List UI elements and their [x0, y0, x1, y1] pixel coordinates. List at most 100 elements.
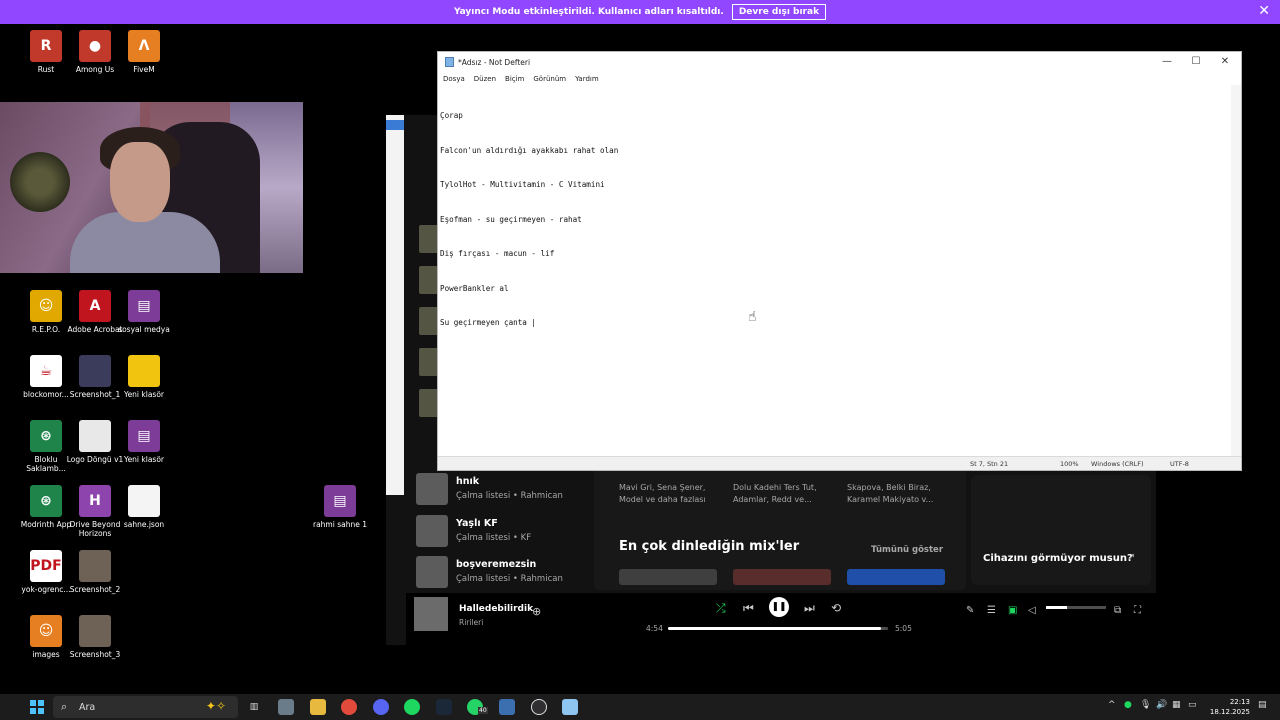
desktop-icon[interactable]: Screenshot_2 — [64, 550, 126, 594]
network-app-icon[interactable] — [499, 699, 515, 715]
steam-icon[interactable] — [436, 699, 452, 715]
card-description[interactable]: Mavi Gri, Sena Şener, Model ve daha fazl… — [619, 482, 706, 506]
start-button[interactable] — [30, 700, 44, 714]
chevron-up-icon[interactable]: ^ — [1108, 700, 1116, 710]
chrome-icon[interactable] — [341, 699, 357, 715]
desktop-icon-image: ▤ — [128, 420, 160, 452]
playlist-item[interactable]: Yaşlı KF Çalma listesi • KF — [416, 515, 596, 551]
maximize-icon[interactable]: ☐ — [1182, 54, 1210, 70]
desktop-icon[interactable]: ▤ Yeni klasör — [113, 420, 175, 464]
app-icon[interactable] — [278, 699, 294, 715]
mix-tile[interactable] — [619, 569, 717, 585]
obs-icon[interactable] — [531, 699, 547, 715]
zoom-level: 100% — [1060, 460, 1079, 468]
minimize-icon[interactable]: — — [1153, 54, 1181, 70]
repeat-icon[interactable]: ⟲ — [831, 601, 841, 615]
desktop-screen: Yayıncı Modu etkinleştirildi. Kullanıcı … — [0, 0, 1280, 720]
miniplayer-icon[interactable]: ⧉ — [1114, 605, 1121, 616]
menu-help[interactable]: Yardım — [575, 75, 599, 83]
device-prompt[interactable]: Cihazını görmüyor musun? — [983, 553, 1133, 564]
app-tray-icon[interactable]: ● — [1124, 700, 1132, 710]
playlist-title: Yaşlı KF — [456, 518, 498, 529]
desktop-icon-image: ☕ — [30, 355, 62, 387]
playlist-subtitle: Çalma listesi • Rahmican — [456, 491, 563, 501]
desktop-icon[interactable]: Yeni klasör — [113, 355, 175, 399]
menu-format[interactable]: Biçim — [505, 75, 524, 83]
desktop-icon-image: ▤ — [324, 485, 356, 517]
file-explorer-icon[interactable] — [310, 699, 326, 715]
notifications-icon[interactable]: ▤ — [1258, 700, 1267, 710]
notepad-app-icon — [445, 57, 454, 67]
task-view-icon[interactable]: ▥ — [246, 699, 262, 715]
desktop-icon-image: ▤ — [128, 290, 160, 322]
volume-icon[interactable]: ◁ — [1028, 605, 1036, 616]
close-icon[interactable]: ✕ — [1258, 3, 1270, 19]
sparkle-icon: ✦✧ — [205, 699, 226, 713]
notepad-title-bar[interactable]: *Adsız - Not Defteri — ☐ ✕ — [438, 52, 1241, 72]
notepad-taskbar-icon[interactable] — [562, 699, 578, 715]
connect-device-icon[interactable]: ▣ — [1008, 605, 1017, 616]
desktop-icon-label: Screenshot_2 — [69, 585, 121, 594]
desktop-icon[interactable]: Screenshot_3 — [64, 615, 126, 659]
progress-bar[interactable] — [668, 627, 888, 630]
card-description[interactable]: Dolu Kadehi Ters Tut, Adamlar, Redd ve..… — [733, 482, 817, 506]
fullscreen-icon[interactable]: ⛶ — [1134, 605, 1141, 616]
playlist-item[interactable]: hnık Çalma listesi • Rahmican — [416, 473, 596, 509]
add-icon[interactable]: ⊕ — [532, 605, 541, 618]
external-link-icon[interactable]: ↗ — [1127, 552, 1135, 563]
streamer-mode-banner: Yayıncı Modu etkinleştirildi. Kullanıcı … — [0, 0, 1280, 24]
notification-badge: 40 — [478, 707, 488, 714]
desktop-icon-label: sosyal medya — [118, 325, 170, 334]
text-area[interactable]: Çorap Falcon'un aldırdığı ayakkabı rahat… — [440, 87, 1230, 457]
section-heading: En çok dinlediğin mix'ler — [619, 539, 800, 554]
desktop-icon-image: ⊛ — [30, 485, 62, 517]
volume-slider[interactable] — [1046, 606, 1106, 609]
mix-tile[interactable] — [847, 569, 945, 585]
shuffle-icon[interactable]: ⤮ — [716, 601, 726, 616]
menu-edit[interactable]: Düzen — [474, 75, 496, 83]
network-icon[interactable]: ▦ — [1172, 700, 1181, 710]
desktop-icon[interactable]: sahne.json — [113, 485, 175, 529]
song-title[interactable]: Halledebilirdik — [459, 604, 533, 614]
text-line: TylolHot - Multivitamin - C Vitamini — [440, 180, 605, 189]
playlist-title: boşveremezsin — [456, 559, 537, 570]
notepad-window: *Adsız - Not Defteri — ☐ ✕ Dosya Düzen B… — [437, 51, 1242, 471]
volume-tray-icon[interactable]: 🔊 — [1156, 700, 1167, 710]
menu-view[interactable]: Görünüm — [533, 75, 566, 83]
lyrics-icon[interactable]: ✎ — [966, 605, 974, 616]
search-box[interactable]: ⌕ Ara ✦✧ — [53, 696, 238, 718]
playlist-item[interactable]: boşveremezsin Çalma listesi • Rahmican — [416, 556, 596, 592]
desktop-icon[interactable]: Λ FiveM — [113, 30, 175, 74]
album-cover — [414, 597, 448, 631]
spotify-icon[interactable] — [404, 699, 420, 715]
close-icon[interactable]: ✕ — [1211, 54, 1239, 70]
desktop-icon-label: rahmi sahne 1 — [313, 520, 367, 529]
desktop-icon-image — [79, 550, 111, 582]
disable-streamer-mode-button[interactable]: Devre dışı bırak — [731, 4, 827, 20]
song-artist[interactable]: Ririleri — [459, 618, 483, 627]
webcam-overlay — [0, 102, 303, 273]
queue-icon[interactable]: ☰ — [987, 605, 996, 616]
vertical-scrollbar[interactable] — [1231, 85, 1241, 457]
pause-button[interactable]: ❚❚ — [769, 597, 789, 617]
desktop-icon[interactable]: ▤ rahmi sahne 1 — [309, 485, 371, 529]
mic-icon[interactable]: 🎙 — [1140, 700, 1151, 710]
playlist-cover — [416, 515, 448, 547]
desktop-icon-image — [79, 420, 111, 452]
desktop-icon-image: ⊛ — [30, 420, 62, 452]
next-icon[interactable]: ⏭ — [804, 601, 815, 616]
battery-icon[interactable]: ▭ — [1188, 700, 1197, 710]
clock[interactable]: 22:13 18.12.2025 — [1200, 697, 1250, 717]
elapsed-time: 4:54 — [646, 624, 663, 633]
previous-icon[interactable]: ⏮ — [743, 601, 754, 616]
card-description[interactable]: Skapova, Belki Biraz, Karamel Makiyato v… — [847, 482, 933, 506]
desktop-icon[interactable]: ▤ sosyal medya — [113, 290, 175, 334]
menu-file[interactable]: Dosya — [443, 75, 465, 83]
discord-icon[interactable] — [373, 699, 389, 715]
system-tray: ^ ● 🎙 🔊 ▦ ▭ 22:13 18.12.2025 ▤ — [1100, 694, 1280, 720]
cursor-position: St 7, Stn 21 — [970, 460, 1009, 468]
desktop-icon-label: Yeni klasör — [123, 390, 165, 399]
desktop-icon-image: H — [79, 485, 111, 517]
show-all-link[interactable]: Tümünü göster — [871, 545, 943, 555]
mix-tile[interactable] — [733, 569, 831, 585]
